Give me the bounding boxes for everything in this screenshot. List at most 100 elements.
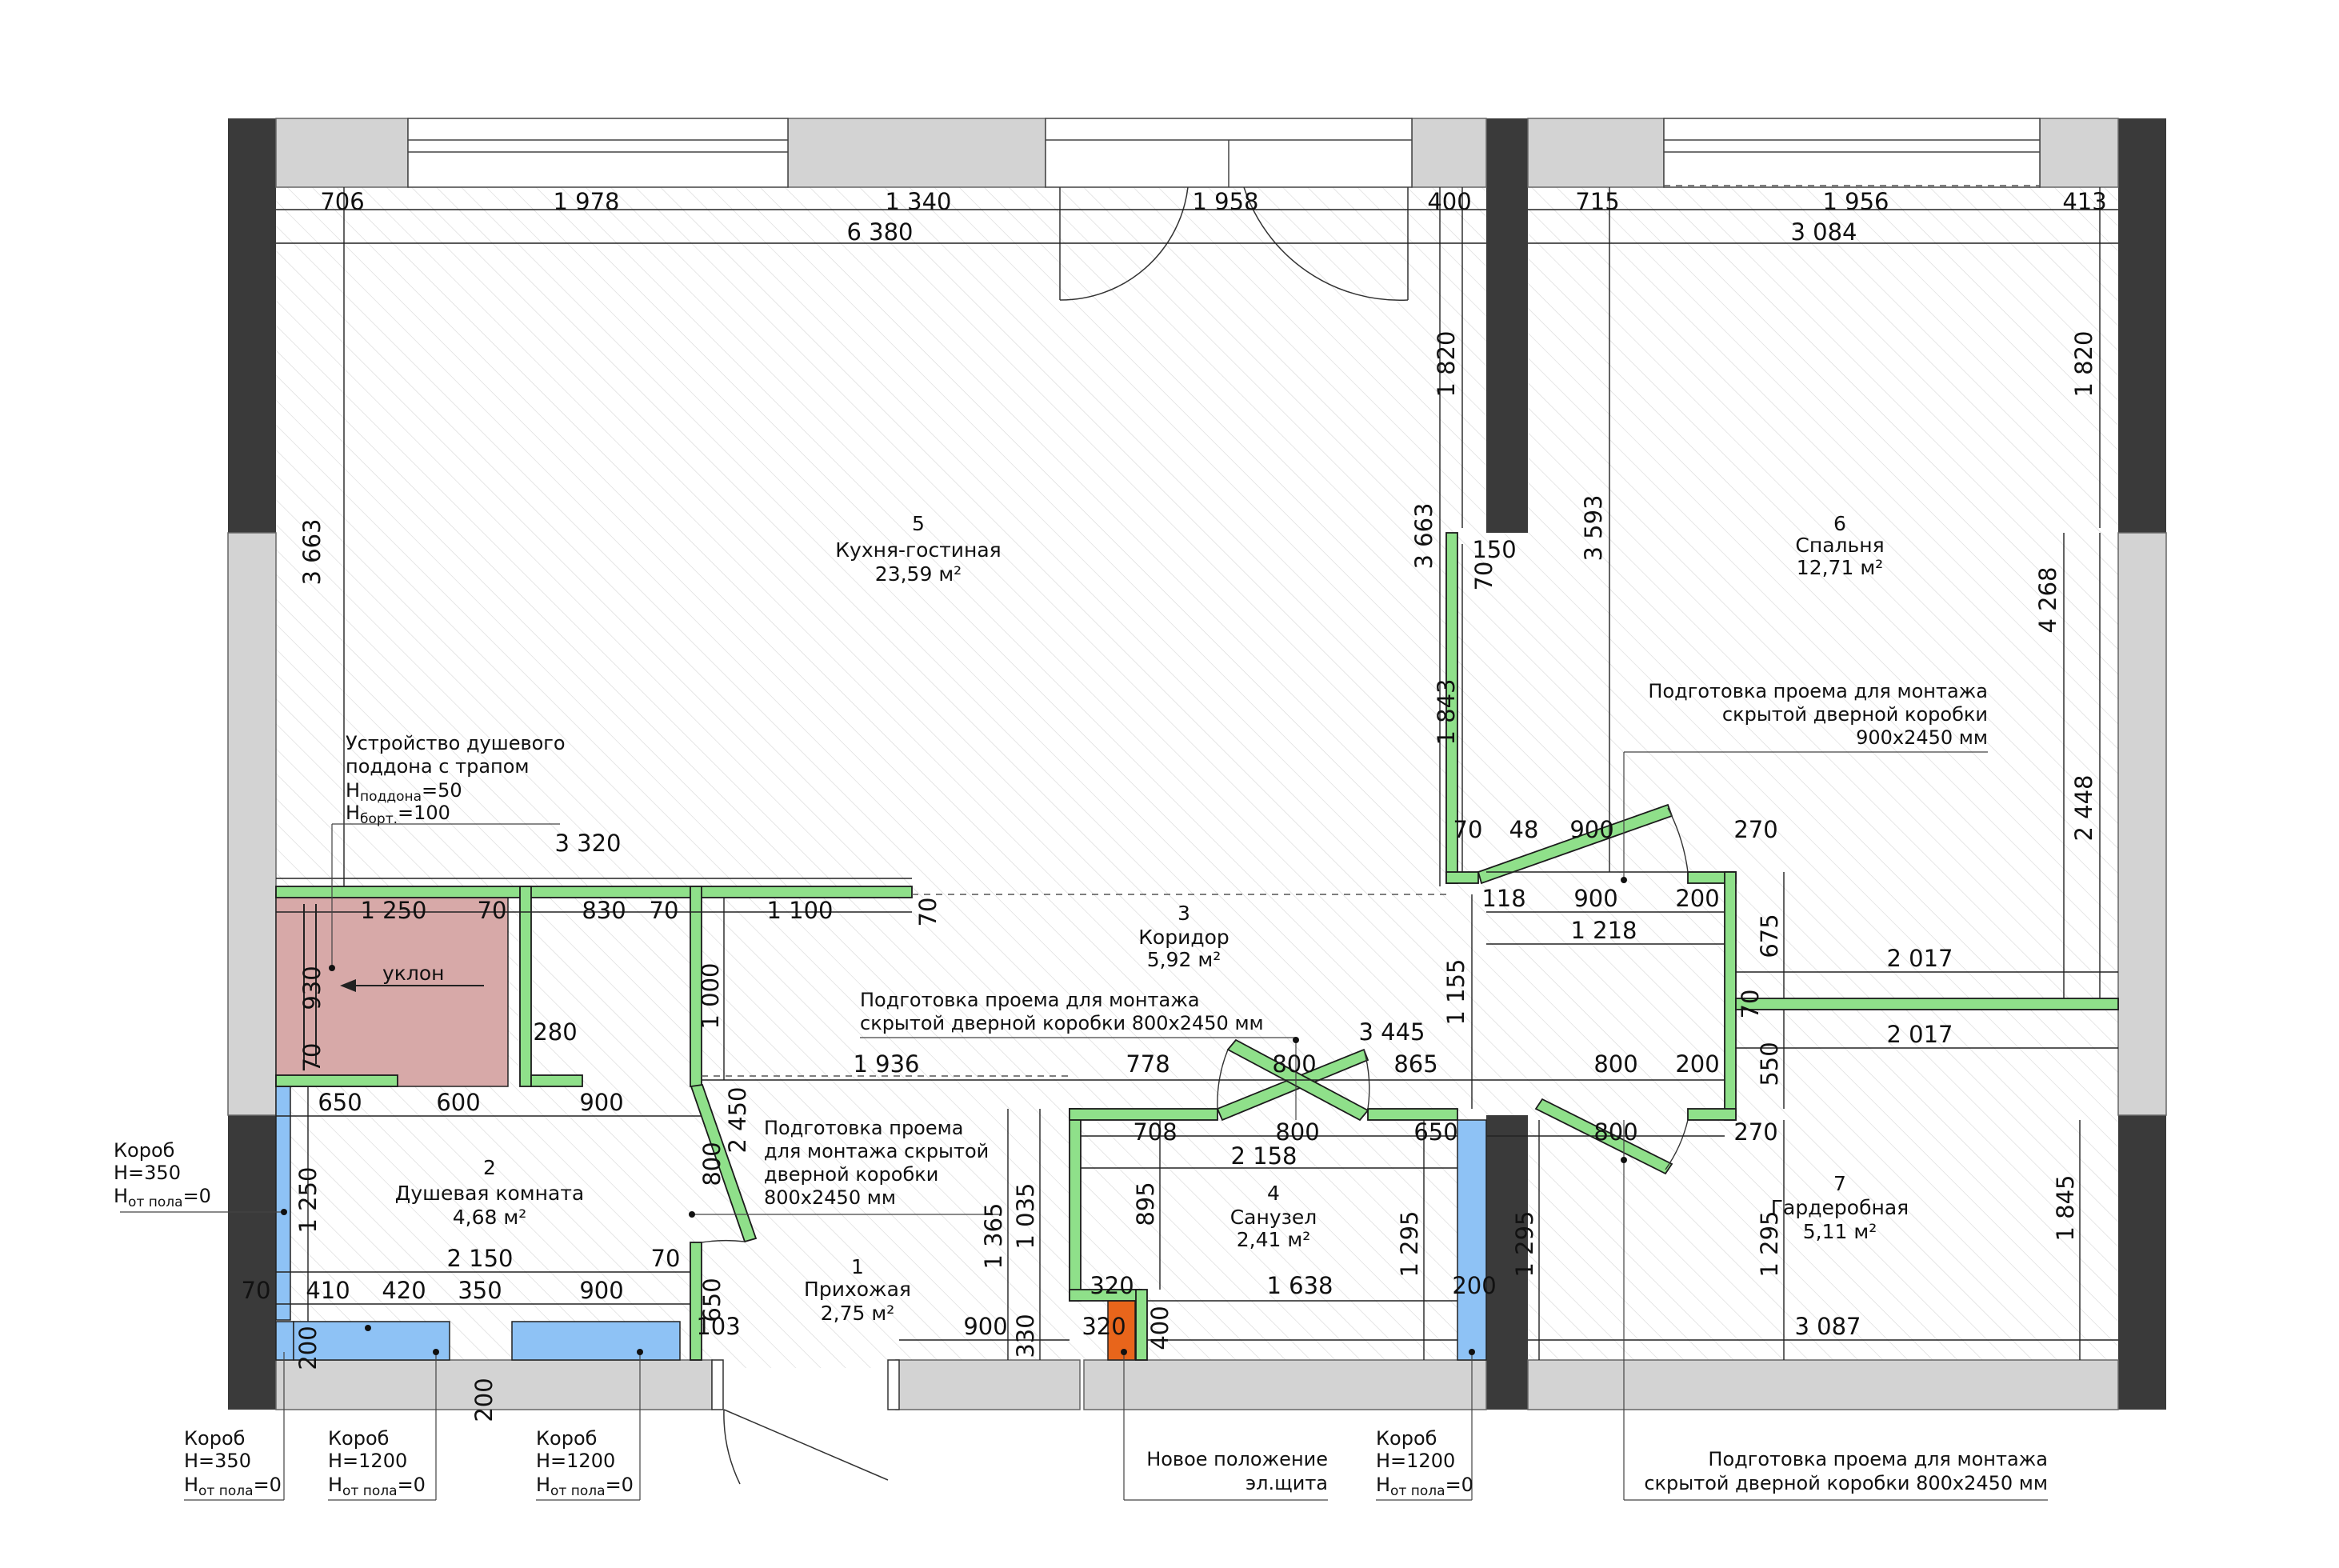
svg-text:420: 420 xyxy=(382,1277,426,1304)
room-2-number: 2 xyxy=(483,1156,496,1179)
room-7-name: Гардеробная xyxy=(1771,1196,1909,1219)
svg-text:900: 900 xyxy=(1573,885,1617,912)
svg-text:800: 800 xyxy=(1593,1118,1637,1146)
svg-text:650: 650 xyxy=(1413,1118,1457,1146)
svg-text:2 450: 2 450 xyxy=(724,1086,751,1153)
svg-text:280: 280 xyxy=(533,1018,577,1046)
svg-text:400: 400 xyxy=(1146,1306,1173,1350)
svg-text:900: 900 xyxy=(579,1277,623,1304)
door-wardrobe-line1: Подготовка проема для монтажа xyxy=(1708,1448,2048,1470)
slope-label: уклон xyxy=(382,962,445,985)
room-6-area: 12,71 м² xyxy=(1797,556,1883,579)
svg-text:1 638: 1 638 xyxy=(1266,1272,1333,1299)
shower-note-line1: Устройство душевого xyxy=(346,732,566,754)
svg-text:1 340: 1 340 xyxy=(885,188,951,215)
svg-text:70: 70 xyxy=(914,898,942,927)
room-7-number: 7 xyxy=(1833,1172,1846,1195)
room-6-name: Спальня xyxy=(1795,534,1884,557)
svg-text:410: 410 xyxy=(306,1277,350,1304)
svg-text:3 663: 3 663 xyxy=(1410,502,1437,569)
room-1-area: 2,75 м² xyxy=(821,1302,895,1325)
windows xyxy=(407,118,2041,188)
room-7-area: 5,11 м² xyxy=(1803,1220,1877,1243)
svg-text:103: 103 xyxy=(696,1313,740,1340)
floor-plan: 5 Кухня-гостиная 23,59 м² 6 Спальня 12,7… xyxy=(114,118,2167,1501)
room-5-number: 5 xyxy=(912,512,925,535)
svg-text:H=350: H=350 xyxy=(114,1162,181,1184)
svg-text:3 593: 3 593 xyxy=(1580,494,1607,561)
svg-text:Hот пола=0: Hот пола=0 xyxy=(114,1185,211,1210)
door-corridor-line1: Подготовка проема для монтажа xyxy=(860,989,1200,1011)
svg-text:70: 70 xyxy=(298,1043,326,1073)
svg-text:1 295: 1 295 xyxy=(1511,1210,1538,1277)
svg-text:1 958: 1 958 xyxy=(1192,188,1258,215)
svg-text:330: 330 xyxy=(1012,1314,1039,1358)
svg-text:Короб: Короб xyxy=(184,1427,245,1450)
svg-text:2 158: 2 158 xyxy=(1230,1142,1297,1170)
svg-text:Короб: Короб xyxy=(1376,1427,1437,1450)
svg-text:708: 708 xyxy=(1133,1118,1177,1146)
svg-text:200: 200 xyxy=(1675,1050,1719,1078)
svg-text:70: 70 xyxy=(242,1277,271,1304)
svg-text:895: 895 xyxy=(1132,1182,1159,1226)
svg-text:320: 320 xyxy=(1090,1272,1134,1299)
panel-note-line2: эл.щита xyxy=(1245,1472,1328,1494)
room-5-area: 23,59 м² xyxy=(875,562,962,586)
svg-text:6 380: 6 380 xyxy=(846,218,913,246)
svg-text:800: 800 xyxy=(1275,1118,1319,1146)
svg-text:4 268: 4 268 xyxy=(2034,566,2061,633)
svg-text:70: 70 xyxy=(1737,990,1764,1019)
svg-text:70: 70 xyxy=(478,897,507,924)
svg-text:1 820: 1 820 xyxy=(1433,330,1460,397)
room-4-name: Санузел xyxy=(1230,1206,1317,1229)
room-4-area: 2,41 м² xyxy=(1237,1228,1311,1251)
svg-text:1 365: 1 365 xyxy=(980,1202,1007,1269)
svg-text:715: 715 xyxy=(1575,188,1619,215)
svg-text:H=350: H=350 xyxy=(184,1450,251,1472)
svg-text:3 320: 3 320 xyxy=(554,830,621,857)
room-3-name: Коридор xyxy=(1138,926,1229,949)
room-5-name: Кухня-гостиная xyxy=(835,538,1001,562)
door-shower-line1: Подготовка проема xyxy=(764,1117,963,1139)
svg-text:675: 675 xyxy=(1756,914,1783,958)
room-3-number: 3 xyxy=(1177,902,1190,925)
panel-note-line1: Новое положение xyxy=(1146,1448,1328,1470)
svg-text:3 445: 3 445 xyxy=(1358,1018,1425,1046)
svg-text:400: 400 xyxy=(1427,188,1471,215)
svg-text:800: 800 xyxy=(698,1142,726,1186)
room-1-name: Прихожая xyxy=(804,1278,911,1301)
svg-text:150: 150 xyxy=(1472,536,1516,563)
svg-text:1 218: 1 218 xyxy=(1570,917,1637,944)
svg-text:Короб: Короб xyxy=(328,1427,389,1450)
door-bedroom-line2: скрытой дверной коробки xyxy=(1722,703,1988,726)
svg-text:70: 70 xyxy=(1470,562,1497,591)
svg-text:900: 900 xyxy=(1569,816,1613,843)
svg-text:270: 270 xyxy=(1733,816,1777,843)
svg-text:865: 865 xyxy=(1393,1050,1437,1078)
svg-text:1 978: 1 978 xyxy=(553,188,619,215)
svg-text:2 017: 2 017 xyxy=(1886,1021,1953,1048)
svg-text:70: 70 xyxy=(1453,816,1483,843)
svg-text:800: 800 xyxy=(1272,1050,1316,1078)
room-6-number: 6 xyxy=(1833,512,1846,535)
svg-text:900: 900 xyxy=(963,1313,1007,1340)
svg-text:Hот пола=0: Hот пола=0 xyxy=(1376,1474,1473,1499)
svg-text:600: 600 xyxy=(436,1089,480,1116)
svg-text:1 250: 1 250 xyxy=(360,897,426,924)
svg-text:200: 200 xyxy=(470,1378,498,1422)
svg-text:778: 778 xyxy=(1126,1050,1170,1078)
entrance-door xyxy=(711,1359,900,1485)
svg-text:2 150: 2 150 xyxy=(446,1245,513,1272)
svg-text:Короб: Короб xyxy=(114,1139,174,1162)
svg-text:1 100: 1 100 xyxy=(766,897,833,924)
svg-text:1 295: 1 295 xyxy=(1396,1210,1423,1277)
svg-text:3 663: 3 663 xyxy=(298,518,326,585)
svg-text:930: 930 xyxy=(298,966,326,1010)
svg-text:1 843: 1 843 xyxy=(1433,678,1460,745)
door-wardrobe-line2: скрытой дверной коробки 800х2450 мм xyxy=(1644,1472,2048,1494)
door-bedroom-line1: Подготовка проема для монтажа xyxy=(1648,680,1988,702)
svg-text:H=1200: H=1200 xyxy=(328,1450,407,1472)
svg-text:350: 350 xyxy=(458,1277,502,1304)
svg-text:200: 200 xyxy=(1675,885,1719,912)
svg-text:1 956: 1 956 xyxy=(1822,188,1889,215)
